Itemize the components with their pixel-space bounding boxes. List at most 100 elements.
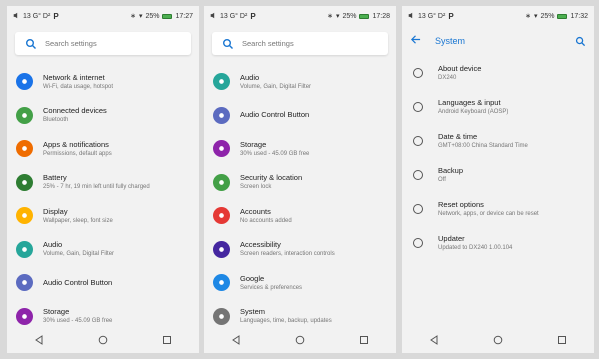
recents-nav-icon[interactable] (359, 335, 369, 345)
system-item-subtitle: GMT+08:00 China Standard Time (438, 143, 528, 149)
audio-icon (213, 73, 230, 91)
wifi-status-icon: ▾ (335, 13, 340, 20)
settings-item-apps-notifications[interactable]: Apps & notifications Permissions, default… (7, 132, 199, 166)
navigation-bar (7, 327, 199, 353)
recents-nav-icon[interactable] (162, 335, 172, 345)
system-item-updater[interactable]: Updater Updated to DX240 1.00.104 (402, 226, 594, 260)
system-item-title: Date & time (438, 132, 478, 141)
settings-item-accounts[interactable]: Accounts No accounts added (204, 199, 396, 233)
settings-item-subtitle: Volume, Gain, Digital Filter (240, 83, 312, 90)
system-item-title: Updater (438, 234, 465, 243)
settings-item-subtitle: Screen readers, interaction controls (240, 251, 335, 258)
settings-screen-2: 13 G° D² P ∗ ▾ 25% 17:28 Search settings… (204, 6, 396, 353)
settings-item-title: Battery (43, 173, 67, 183)
settings-item-security-location[interactable]: Security & location Screen lock (204, 166, 396, 200)
settings-item-title: Audio Control Button (43, 277, 113, 287)
system-item-about-device[interactable]: About device DX240 (402, 56, 594, 90)
lock-icon (213, 173, 230, 191)
display-icon (16, 207, 33, 225)
wifi-status-icon: ▾ (138, 13, 143, 20)
system-item-backup[interactable]: Backup Off (402, 158, 594, 192)
system-item-languages-input[interactable]: Languages & input Android Keyboard (AOSP) (402, 90, 594, 124)
storage-icon (16, 307, 33, 325)
search-bar[interactable]: Search settings (212, 32, 388, 55)
google-icon (213, 274, 230, 292)
system-list: About device DX240 Languages & input Androi… (402, 56, 594, 260)
status-bar: 13 G° D² P ∗ ▾ 25% 17:27 (7, 6, 199, 26)
settings-item-battery[interactable]: Battery 25% - 7 hr, 19 min left until ful… (7, 166, 199, 200)
p-notification-icon: P (250, 11, 256, 21)
battery-percent: 25% (540, 12, 555, 20)
clock: 17:32 (570, 12, 588, 20)
settings-item-audio[interactable]: Audio Volume, Gain, Digital Filter (7, 233, 199, 267)
settings-item-accessibility[interactable]: Accessibility Screen readers, interaction… (204, 233, 396, 267)
settings-item-audio-control-button[interactable]: Audio Control Button (7, 266, 199, 300)
p-notification-icon: P (53, 11, 59, 21)
settings-item-title: Storage (240, 139, 267, 149)
info-icon (213, 307, 230, 325)
settings-item-subtitle: 30% used - 45.09 GB free (43, 318, 113, 325)
settings-item-title: Connected devices (43, 106, 107, 116)
cloud-icon (412, 169, 424, 181)
back-nav-icon[interactable] (231, 335, 241, 345)
clock: 17:27 (175, 12, 193, 20)
p-notification-icon: P (448, 11, 454, 21)
search-placeholder: Search settings (242, 39, 294, 48)
settings-item-title: Storage (43, 307, 70, 317)
clock-icon (412, 135, 424, 147)
navigation-bar (402, 327, 594, 353)
settings-item-google[interactable]: Google Services & preferences (204, 266, 396, 300)
system-item-title: Reset options (438, 200, 484, 209)
settings-item-connected-devices[interactable]: Connected devices Bluetooth (7, 99, 199, 133)
system-item-date-time[interactable]: Date & time GMT+08:00 China Standard Time (402, 124, 594, 158)
home-nav-icon[interactable] (493, 335, 503, 345)
search-icon[interactable] (575, 36, 586, 47)
settings-item-title: System (240, 307, 266, 317)
settings-item-subtitle: Permissions, default apps (43, 150, 112, 157)
settings-item-subtitle: Wi-Fi, data usage, hotspot (43, 83, 114, 90)
search-icon (222, 38, 234, 50)
settings-item-subtitle: Services & preferences (240, 284, 303, 291)
settings-item-subtitle: 30% used - 45.09 GB free (240, 150, 310, 157)
wifi-status-icon: ▾ (533, 13, 538, 20)
battery-percent: 25% (342, 12, 357, 20)
settings-item-title: Apps & notifications (43, 139, 109, 149)
audio-icon (16, 240, 33, 258)
settings-item-storage[interactable]: Storage 30% used - 45.09 GB free (204, 132, 396, 166)
settings-item-network-internet[interactable]: Network & internet Wi-Fi, data usage, hot… (7, 65, 199, 99)
settings-item-subtitle: Screen lock (240, 184, 272, 191)
search-bar[interactable]: Search settings (15, 32, 191, 55)
settings-item-title: Audio (240, 72, 260, 82)
volume-icon (210, 12, 217, 21)
settings-item-title: Network & internet (43, 72, 105, 82)
volume-icon (408, 12, 415, 21)
phone-update-icon (412, 237, 424, 249)
system-item-subtitle: Updated to DX240 1.00.104 (438, 245, 513, 251)
settings-item-audio-control-button[interactable]: Audio Control Button (204, 99, 396, 133)
battery-status-icon (359, 13, 370, 19)
bluetooth-icon: ∗ (327, 13, 333, 20)
app-bar: System (402, 26, 594, 56)
status-left-text: 13 G° D² (23, 12, 51, 20)
settings-item-title: Display (43, 206, 68, 216)
back-nav-icon[interactable] (429, 335, 439, 345)
settings-item-subtitle: Volume, Gain, Digital Filter (43, 251, 115, 258)
battery-icon (16, 173, 33, 191)
navigation-bar (204, 327, 396, 353)
back-arrow-icon[interactable] (410, 32, 421, 50)
settings-item-audio[interactable]: Audio Volume, Gain, Digital Filter (204, 65, 396, 99)
home-nav-icon[interactable] (98, 335, 108, 345)
volume-icon (13, 12, 20, 21)
status-bar: 13 G° D² P ∗ ▾ 25% 17:28 (204, 6, 396, 26)
battery-status-icon (162, 13, 173, 19)
back-nav-icon[interactable] (34, 335, 44, 345)
page-title: System (435, 36, 466, 46)
battery-status-icon (557, 13, 568, 19)
home-nav-icon[interactable] (295, 335, 305, 345)
recents-nav-icon[interactable] (557, 335, 567, 345)
system-item-reset-options[interactable]: Reset options Network, apps, or device ca… (402, 192, 594, 226)
search-placeholder: Search settings (45, 39, 97, 48)
bluetooth-icon: ∗ (130, 13, 136, 20)
settings-list: Network & internet Wi-Fi, data usage, hot… (7, 65, 199, 333)
settings-item-display[interactable]: Display Wallpaper, sleep, font size (7, 199, 199, 233)
